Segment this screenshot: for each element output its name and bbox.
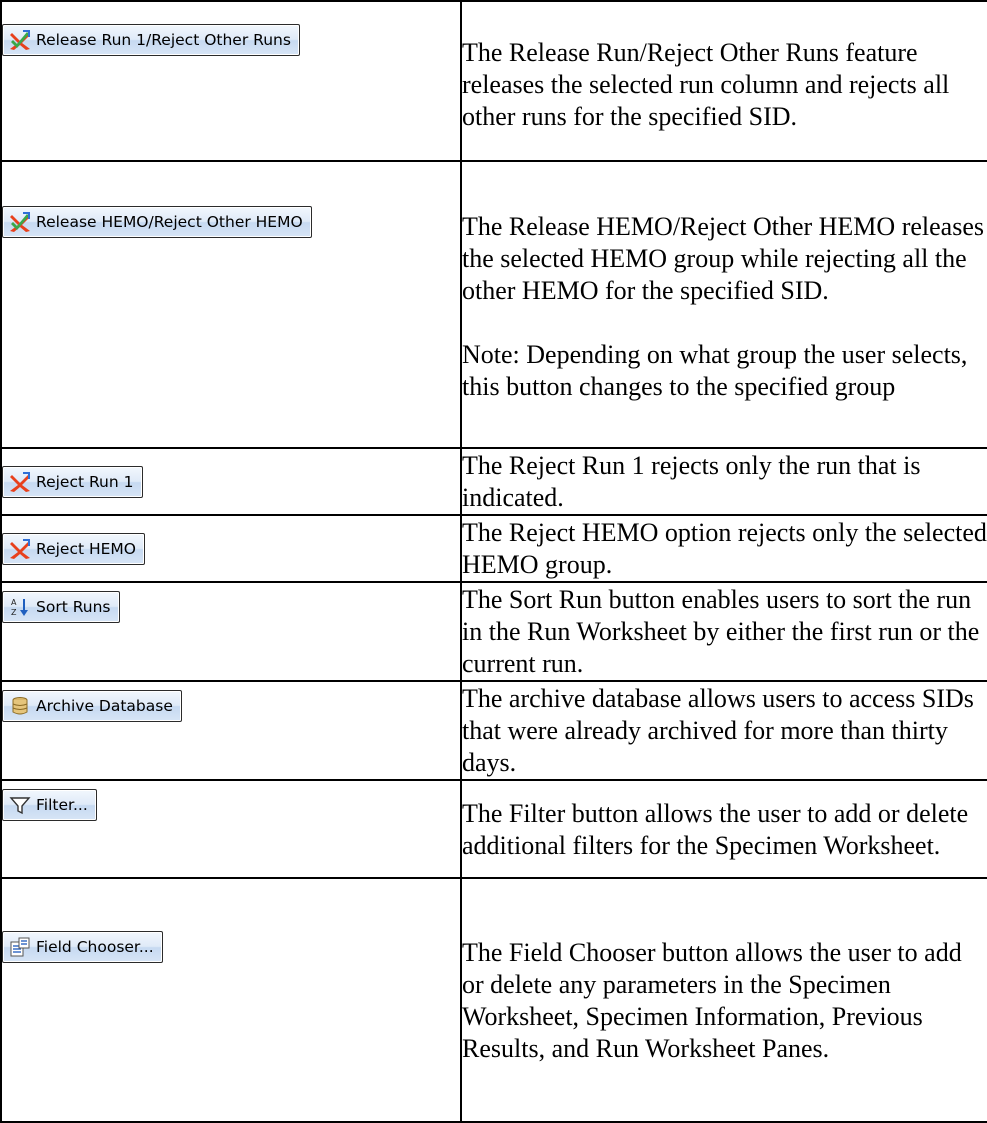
sort-runs-button[interactable]: A Z Sort Runs	[2, 591, 120, 623]
button-label: Sort Runs	[36, 598, 111, 616]
button-label: Release HEMO/Reject Other HEMO	[36, 213, 303, 231]
button-cell: Filter...	[0, 779, 462, 879]
button-label: Reject Run 1	[36, 472, 134, 491]
description-cell: The Release HEMO/Reject Other HEMO relea…	[460, 160, 987, 449]
button-label: Filter...	[36, 796, 88, 814]
table-row: A Z Sort Runs The Sort Run button enable…	[0, 581, 987, 682]
description-text: The Release Run/Reject Other Runs featur…	[462, 38, 950, 131]
field-chooser-button[interactable]: Field Chooser...	[2, 931, 163, 963]
button-cell: Reject HEMO	[0, 514, 462, 583]
reject-icon	[9, 471, 31, 493]
sort-az-icon: A Z	[9, 596, 31, 618]
table-row: Release HEMO/Reject Other HEMO The Relea…	[0, 160, 987, 449]
feature-table: Release Run 1/Reject Other Runs The Rele…	[0, 0, 987, 1123]
archive-database-button[interactable]: Archive Database	[2, 690, 182, 722]
table-row: Reject HEMO The Reject HEMO option rejec…	[0, 514, 987, 583]
button-cell: Release HEMO/Reject Other HEMO	[0, 160, 462, 449]
description-cell: The Field Chooser button allows the user…	[460, 877, 987, 1123]
button-cell: Release Run 1/Reject Other Runs	[0, 0, 462, 162]
description-cell: The Reject HEMO option rejects only the …	[460, 514, 987, 583]
reject-icon	[9, 538, 31, 560]
table-row: Field Chooser... The Field Chooser butto…	[0, 877, 987, 1123]
description-text: The Sort Run button enables users to sor…	[462, 585, 980, 678]
table-row: Archive Database The archive database al…	[0, 680, 987, 781]
filter-button[interactable]: Filter...	[2, 789, 97, 821]
reject-run-1-button[interactable]: Reject Run 1	[2, 465, 143, 498]
filter-icon	[9, 794, 31, 816]
table-row: Reject Run 1 The Reject Run 1 rejects on…	[0, 447, 987, 516]
description-cell: The Sort Run button enables users to sor…	[460, 581, 987, 682]
description-text: The Reject Run 1 rejects only the run th…	[462, 451, 921, 512]
button-cell: Field Chooser...	[0, 877, 462, 1123]
button-cell: A Z Sort Runs	[0, 581, 462, 682]
description-text: The Release HEMO/Reject Other HEMO relea…	[462, 211, 984, 305]
button-cell: Reject Run 1	[0, 447, 462, 516]
button-label: Field Chooser...	[36, 938, 154, 956]
field-chooser-icon	[9, 936, 31, 958]
description-text: The Field Chooser button allows the user…	[462, 937, 962, 1063]
release-reject-icon	[9, 211, 31, 233]
table-row: Filter... The Filter button allows the u…	[0, 779, 987, 879]
release-reject-icon	[9, 29, 31, 51]
svg-text:Z: Z	[11, 608, 17, 617]
description-cell: The archive database allows users to acc…	[460, 680, 987, 781]
release-run-reject-other-runs-button[interactable]: Release Run 1/Reject Other Runs	[2, 24, 300, 56]
reject-hemo-button[interactable]: Reject HEMO	[2, 532, 146, 565]
button-label: Release Run 1/Reject Other Runs	[36, 31, 291, 49]
table-row: Release Run 1/Reject Other Runs The Rele…	[0, 0, 987, 162]
description-text: The archive database allows users to acc…	[462, 684, 974, 777]
description-cell: The Reject Run 1 rejects only the run th…	[460, 447, 987, 516]
button-label: Archive Database	[36, 697, 173, 715]
release-hemo-reject-other-hemo-button[interactable]: Release HEMO/Reject Other HEMO	[2, 206, 312, 238]
description-cell: The Filter button allows the user to add…	[460, 779, 987, 879]
svg-text:A: A	[11, 598, 17, 607]
note-text: Note: Depending on what group the user s…	[462, 339, 968, 401]
description-cell: The Release Run/Reject Other Runs featur…	[460, 0, 987, 162]
button-cell: Archive Database	[0, 680, 462, 781]
database-icon	[9, 695, 31, 717]
button-label: Reject HEMO	[36, 539, 137, 558]
description-text: The Filter button allows the user to add…	[462, 798, 969, 860]
description-text: The Reject HEMO option rejects only the …	[462, 518, 987, 579]
